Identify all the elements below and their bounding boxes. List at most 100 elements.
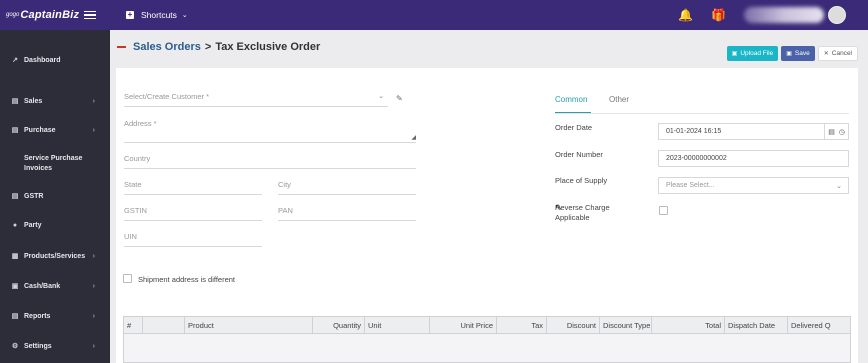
reverse-charge-label-line2: Applicable: [555, 213, 590, 222]
sidebar-item-label: Service Purchase Invoices: [24, 155, 83, 172]
gift-icon[interactable]: 🎁: [711, 8, 726, 22]
column-header-discount-type: Discount Type: [600, 317, 652, 334]
chevron-right-icon: ›: [92, 97, 95, 105]
breadcrumb-marker: [117, 46, 126, 48]
tab-common[interactable]: Common: [555, 95, 591, 113]
plus-icon: +: [126, 10, 134, 19]
tab-other[interactable]: Other: [609, 95, 629, 113]
sidebar-item-purchase[interactable]: ▤ Purchase ›: [0, 126, 110, 135]
sidebar-item-reports[interactable]: ▤ Reports ›: [0, 312, 110, 321]
column-header-index: #: [124, 317, 143, 334]
order-number-input[interactable]: 2023-00000000002: [658, 150, 849, 167]
close-icon: ✕: [823, 51, 829, 57]
cash-bank-icon: ▣: [11, 283, 19, 290]
sales-icon: ▤: [11, 98, 19, 105]
products-icon: ▦: [11, 253, 19, 260]
country-field[interactable]: Country: [124, 154, 416, 169]
column-header-unit-price: Unit Price: [430, 317, 497, 334]
address-placeholder: Address *: [124, 119, 157, 128]
sidebar-item-cash-bank[interactable]: ▣ Cash/Bank ›: [0, 282, 110, 291]
column-header-delivered-qty: Delivered Q: [791, 321, 831, 330]
column-header-quantity: Quantity: [313, 317, 365, 334]
reverse-charge-label-line1: Reverse Charge: [555, 203, 610, 212]
place-of-supply-placeholder: Please Select...: [666, 182, 715, 189]
sidebar-item-gstr[interactable]: ▤ GSTR: [0, 192, 110, 201]
breadcrumb-link-sales-orders[interactable]: Sales Orders: [133, 41, 201, 53]
shipment-address-label: Shipment address is different: [138, 275, 235, 284]
chevron-right-icon: ›: [92, 282, 95, 290]
menu-toggle-icon[interactable]: [84, 10, 97, 20]
sidebar: ↗ Dashboard ▤ Sales › ▤ Purchase › Servi…: [0, 30, 110, 363]
edit-customer-icon[interactable]: ✎: [396, 94, 403, 103]
shortcuts-menu[interactable]: + Shortcuts ⌄: [126, 10, 188, 20]
order-date-label: Order Date: [555, 123, 593, 132]
clock-icon[interactable]: ◷: [839, 128, 845, 136]
settings-icon: ⚙: [11, 343, 19, 350]
sidebar-item-products-services[interactable]: ▦ Products/Services ›: [0, 252, 110, 261]
address-field[interactable]: Address * ◢: [124, 119, 416, 143]
city-placeholder: City: [278, 180, 291, 189]
order-date-value: 01-01-2024 16:15: [666, 128, 722, 135]
column-header-tax: Tax: [497, 317, 547, 334]
brand-logo[interactable]: gogo CaptainBiz: [0, 9, 110, 21]
column-header-total: Total: [652, 317, 725, 334]
country-placeholder: Country: [124, 154, 151, 163]
order-date-input[interactable]: 01-01-2024 16:15 ▤ ◷: [658, 123, 849, 140]
sidebar-item-label: Cash/Bank: [24, 282, 61, 290]
shortcuts-label: Shortcuts: [141, 10, 177, 20]
brand-name: CaptainBiz: [20, 9, 80, 21]
pan-placeholder: PAN: [278, 206, 293, 215]
sidebar-item-sales[interactable]: ▤ Sales ›: [0, 97, 110, 106]
pan-field[interactable]: PAN: [278, 206, 416, 221]
upload-file-label: Upload File: [740, 50, 774, 57]
table-row[interactable]: [124, 334, 850, 362]
sidebar-item-service-purchase-invoices[interactable]: Service Purchase Invoices: [0, 154, 110, 174]
sidebar-item-label: Settings: [24, 342, 52, 350]
user-name[interactable]: [744, 7, 824, 23]
sidebar-item-dashboard[interactable]: ↗ Dashboard: [0, 56, 110, 65]
chevron-right-icon: ›: [92, 126, 95, 134]
sidebar-item-label: Party: [24, 222, 42, 229]
order-number-label: Order Number: [555, 150, 603, 159]
sidebar-item-label: Reports: [24, 312, 51, 320]
tab-divider: [555, 113, 849, 114]
cancel-button[interactable]: ✕ Cancel: [817, 46, 858, 61]
uin-field[interactable]: UIN: [124, 232, 262, 247]
state-field[interactable]: State: [124, 180, 262, 195]
brand-prefix: gogo: [6, 12, 20, 18]
sidebar-item-label: Dashboard: [24, 56, 61, 64]
shipment-address-checkbox[interactable]: [123, 274, 132, 283]
place-of-supply-select[interactable]: Please Select... ⌄: [658, 177, 849, 194]
dashboard-icon: ↗: [12, 57, 18, 64]
sidebar-item-label: GSTR: [24, 192, 44, 200]
upload-file-button[interactable]: ▣ Upload File: [726, 46, 779, 61]
city-field[interactable]: City: [278, 180, 416, 195]
chevron-right-icon: ›: [92, 342, 95, 350]
table-header: # Product Quantity Unit Unit Price Tax D…: [124, 317, 850, 334]
sidebar-item-settings[interactable]: ⚙ Settings ›: [0, 342, 110, 351]
calendar-icon[interactable]: ▤: [828, 128, 835, 136]
mouse-cursor-icon: ↖: [555, 202, 563, 212]
chevron-down-icon: ⌄: [181, 12, 188, 19]
purchase-icon: ▤: [11, 127, 19, 134]
action-buttons: ▣ Upload File ▣ Save ✕ Cancel: [726, 46, 858, 61]
save-button[interactable]: ▣ Save: [781, 46, 815, 61]
avatar[interactable]: [828, 6, 846, 24]
column-header-dispatch-date: Dispatch Date: [725, 317, 788, 334]
bell-icon[interactable]: 🔔: [678, 8, 693, 22]
reverse-charge-checkbox[interactable]: [659, 206, 668, 215]
customer-select-placeholder: Select/Create Customer *: [124, 92, 210, 101]
save-label: Save: [794, 50, 810, 57]
gstin-field[interactable]: GSTIN: [124, 206, 262, 221]
order-form: Select/Create Customer * ⌄ ✎ Address * ◢…: [116, 68, 858, 363]
resize-handle-icon[interactable]: ◢: [411, 134, 416, 141]
order-number-value: 2023-00000000002: [666, 155, 727, 162]
column-header-discount: Discount: [547, 317, 600, 334]
customer-select[interactable]: Select/Create Customer * ⌄: [124, 92, 388, 107]
items-table: # Product Quantity Unit Unit Price Tax D…: [123, 316, 851, 363]
place-of-supply-label: Place of Supply: [555, 176, 608, 185]
state-placeholder: State: [124, 180, 142, 189]
sidebar-item-party[interactable]: ● Party: [0, 222, 110, 229]
column-header-blank: [143, 317, 185, 334]
reverse-charge-label: Reverse Charge Applicable: [555, 203, 610, 223]
